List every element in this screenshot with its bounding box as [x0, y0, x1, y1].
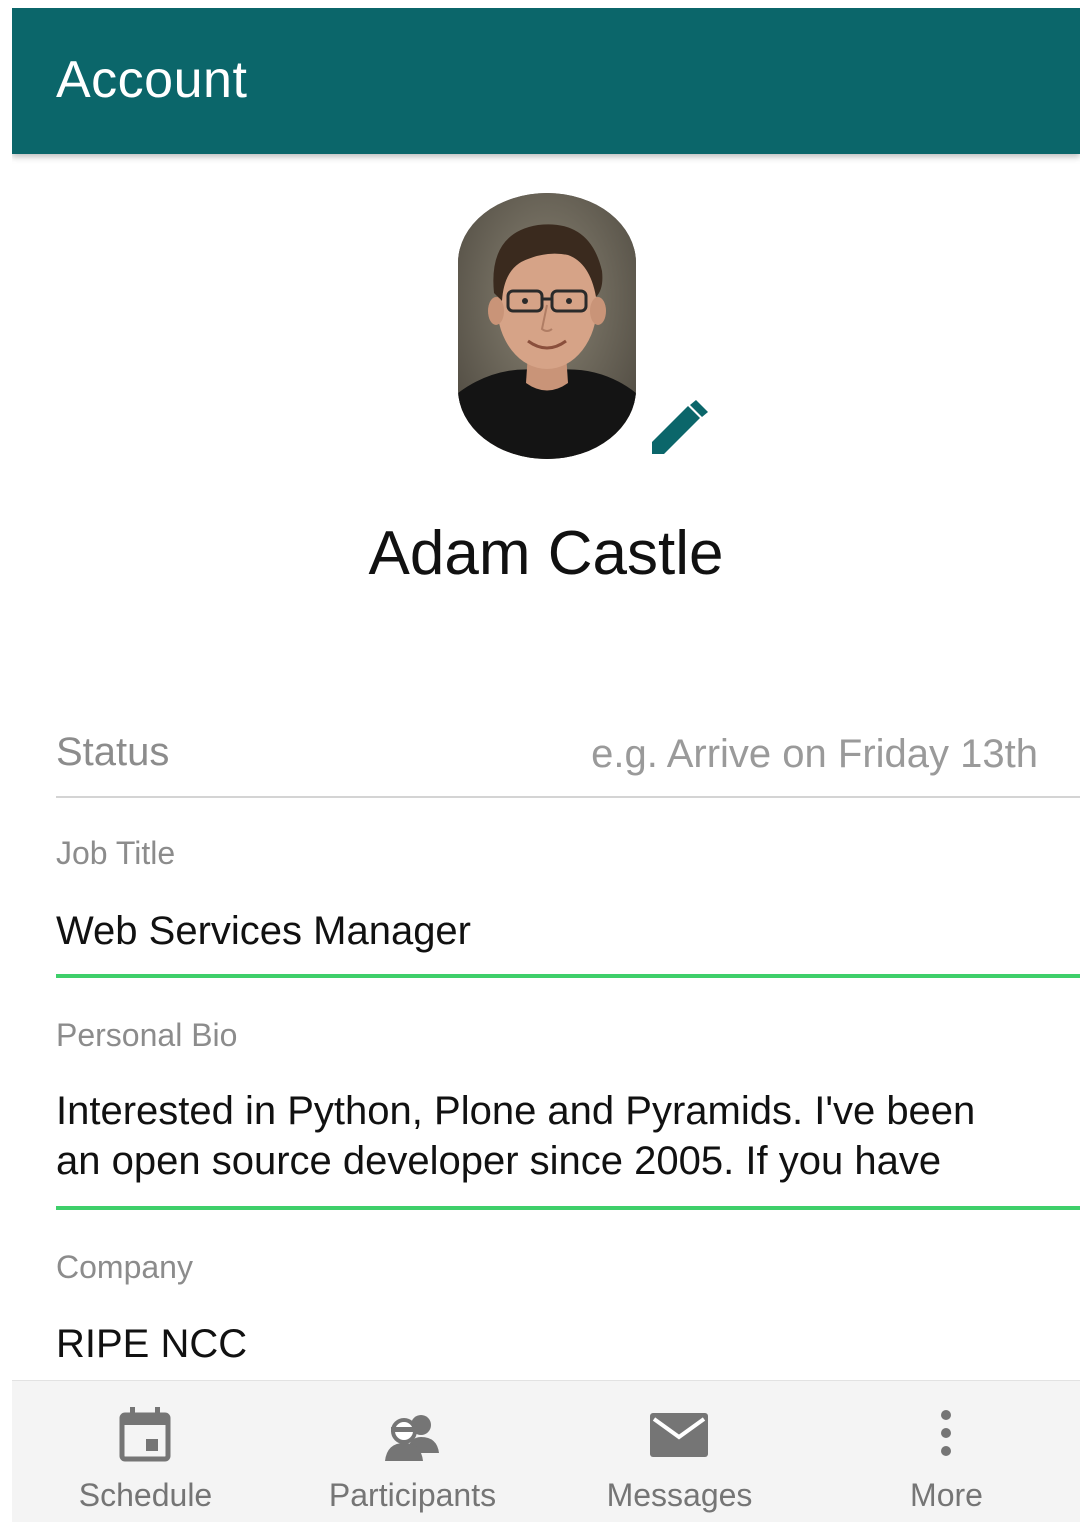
personal-bio-label: Personal Bio — [56, 1017, 238, 1053]
company-input[interactable]: RIPE NCC — [56, 1319, 1056, 1369]
calendar-icon — [119, 1407, 171, 1462]
nav-more[interactable]: More — [813, 1381, 1080, 1522]
status-label: Status — [56, 730, 170, 774]
nav-messages-label: Messages — [606, 1477, 753, 1513]
nav-participants-label: Participants — [328, 1477, 497, 1513]
app-bar: Account — [12, 8, 1080, 154]
nav-more-label: More — [910, 1477, 983, 1513]
bottom-navigation: Schedule Participants Messages More — [12, 1380, 1080, 1522]
profile-name: Adam Castle — [368, 519, 724, 588]
account-screen: Account Adam Castle Status e.g. Arrive o… — [12, 8, 1080, 1522]
nav-schedule-label: Schedule — [78, 1477, 213, 1513]
page-title: Account — [56, 51, 248, 109]
company-label: Company — [56, 1249, 193, 1285]
avatar-image — [458, 193, 636, 459]
personal-bio-input[interactable]: Interested in Python, Plone and Pyramids… — [56, 1086, 1056, 1186]
edit-photo-pencil-icon[interactable] — [648, 398, 710, 460]
personal-bio-underline — [56, 1206, 1080, 1210]
job-title-underline — [56, 974, 1080, 978]
nav-participants[interactable]: Participants — [279, 1381, 546, 1522]
personal-bio-line: Interested in Python, Plone and Pyramids… — [56, 1089, 976, 1133]
more-vertical-icon — [941, 1410, 951, 1456]
profile-photo[interactable] — [458, 193, 636, 459]
nav-messages[interactable]: Messages — [546, 1381, 813, 1522]
status-input[interactable] — [478, 724, 1038, 784]
job-title-input[interactable]: Web Services Manager — [56, 906, 1056, 956]
envelope-icon — [650, 1413, 708, 1457]
status-field: Status — [56, 716, 1080, 798]
avatar[interactable] — [458, 193, 636, 459]
people-icon — [385, 1415, 439, 1461]
nav-schedule[interactable]: Schedule — [12, 1381, 279, 1522]
job-title-label: Job Title — [56, 835, 176, 871]
personal-bio-line: an open source developer since 2005. If … — [56, 1139, 942, 1183]
